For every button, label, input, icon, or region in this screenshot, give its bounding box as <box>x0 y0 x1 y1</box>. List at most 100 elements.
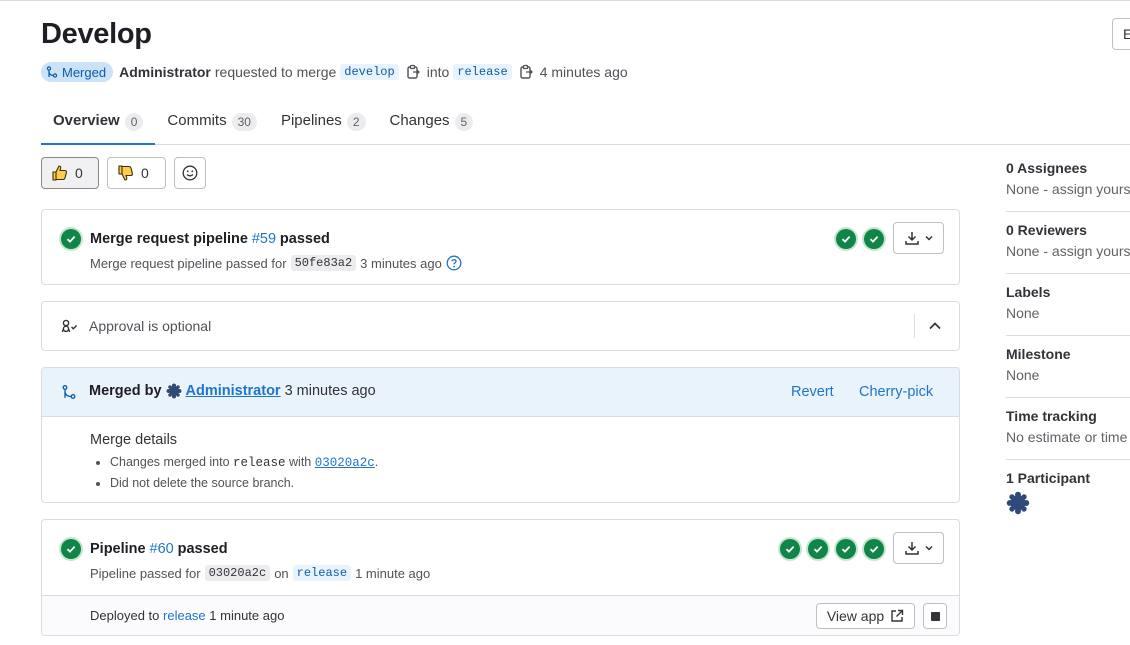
thumbs-down-count: 0 <box>141 165 149 181</box>
status-badge-label: Merged <box>62 64 107 80</box>
view-app-label: View app <box>826 608 885 624</box>
tab-overview[interactable]: Overview 0 <box>41 108 156 145</box>
deployment-text: Deployed to release 1 minute ago <box>90 608 284 623</box>
stage-success-icon[interactable] <box>836 229 856 249</box>
pipeline-stages <box>780 539 884 559</box>
detail-text: Changes merged into <box>110 455 230 469</box>
merged-header: Merged by Administrator 3 minutes ago Re… <box>42 368 959 417</box>
merge-detail-item: Changes merged into release with 03020a2… <box>110 452 378 473</box>
avatar[interactable] <box>165 383 182 399</box>
reviewers-title: 0 Reviewers <box>1006 222 1087 238</box>
download-artifacts-dropdown[interactable] <box>893 532 944 564</box>
approval-card: Approval is optional <box>41 301 960 351</box>
merged-by-user-link[interactable]: Administrator <box>186 383 281 399</box>
tab-label: Changes <box>389 112 450 129</box>
edit-button[interactable]: E <box>1112 18 1130 50</box>
pipeline-title: Merge request pipeline #59 passed <box>90 230 330 247</box>
reviewers-value[interactable]: None - assign yourself <box>1006 243 1130 259</box>
deployment-row: Deployed to release 1 minute ago View ap… <box>42 595 959 635</box>
merge-commit-link[interactable]: 03020a2c <box>315 456 375 470</box>
status-success-icon[interactable] <box>61 539 81 559</box>
pipeline-card: Pipeline #60 passed Pipeline passed for … <box>41 519 960 636</box>
tab-count: 5 <box>454 113 474 131</box>
tab-label: Overview <box>53 112 120 129</box>
branch-ref[interactable]: release <box>292 565 352 581</box>
source-branch[interactable]: develop <box>340 64 399 80</box>
author-name[interactable]: Administrator <box>119 64 211 80</box>
cherry-pick-button[interactable]: Cherry-pick <box>859 384 933 400</box>
stop-environment-button[interactable] <box>923 603 947 629</box>
commit-sha[interactable]: 50fe83a2 <box>290 255 357 271</box>
labels-title: Labels <box>1006 284 1051 300</box>
thumbs-down-icon <box>118 165 134 181</box>
time-tracking-value: No estimate or time spent <box>1006 429 1130 445</box>
copy-icon[interactable] <box>518 64 534 80</box>
tab-pipelines[interactable]: Pipelines 2 <box>269 108 378 145</box>
deployed-prefix: Deployed to <box>90 608 160 623</box>
pipeline-time: 1 minute ago <box>355 565 431 581</box>
pipeline-title-prefix: Pipeline <box>90 541 146 557</box>
pipeline-status-text: passed <box>177 541 228 557</box>
view-app-button[interactable]: View app <box>816 603 915 629</box>
pipeline-link[interactable]: #59 <box>252 231 276 247</box>
merge-detail-item: Did not delete the source branch. <box>110 473 378 493</box>
revert-button[interactable]: Revert <box>791 384 834 400</box>
assignees-value[interactable]: None - assign yourself <box>1006 181 1130 197</box>
right-sidebar: 0 Assignees None - assign yourself 0 Rev… <box>1006 150 1130 532</box>
on-text: on <box>274 565 289 581</box>
thumbs-up-count: 0 <box>75 165 83 181</box>
thumbs-down-button[interactable]: 0 <box>107 157 166 189</box>
add-reaction-button[interactable] <box>174 157 206 189</box>
target-branch[interactable]: release <box>453 64 512 80</box>
status-success-icon[interactable] <box>61 229 81 249</box>
edit-button-label: E <box>1123 26 1130 42</box>
stage-success-icon[interactable] <box>808 539 828 559</box>
page-title: Develop <box>41 18 152 50</box>
pipeline-sub-prefix: Pipeline passed for <box>90 565 201 581</box>
tab-count: 2 <box>346 113 366 131</box>
pipeline-time: 3 minutes ago <box>360 255 442 271</box>
external-link-icon <box>891 609 904 622</box>
tab-commits[interactable]: Commits 30 <box>155 108 269 145</box>
merge-icon <box>62 385 76 399</box>
approval-text: Approval is optional <box>89 318 212 334</box>
time-tracking-title: Time tracking <box>1006 408 1097 424</box>
stage-success-icon[interactable] <box>836 539 856 559</box>
help-icon[interactable] <box>446 255 462 271</box>
copy-icon[interactable] <box>405 64 421 80</box>
pipeline-link[interactable]: #60 <box>150 541 174 557</box>
status-badge: Merged <box>41 62 114 82</box>
environment-link[interactable]: release <box>163 608 206 623</box>
avatar[interactable] <box>1006 491 1030 515</box>
approval-icon <box>61 319 78 333</box>
merge-request-tabs: Overview 0 Commits 30 Pipelines 2 Changes 5 <box>41 108 1130 145</box>
pipeline-sub-prefix: Merge request pipeline passed for <box>90 255 287 271</box>
stage-success-icon[interactable] <box>780 539 800 559</box>
detail-text: with <box>289 455 312 469</box>
merged-by-label: Merged by <box>89 383 162 399</box>
sidebar-assignees: 0 Assignees None - assign yourself <box>1006 150 1130 212</box>
tab-label: Commits <box>167 112 227 129</box>
download-icon <box>904 232 919 245</box>
commit-sha[interactable]: 03020a2c <box>204 565 271 581</box>
participants-title: 1 Participant <box>1006 470 1091 486</box>
stop-icon <box>930 611 940 621</box>
thumbs-up-button[interactable]: 0 <box>41 157 99 189</box>
pipeline-title: Pipeline #60 passed <box>90 540 228 557</box>
pipeline-stages <box>836 229 884 249</box>
pipeline-subtitle: Merge request pipeline passed for 50fe83… <box>90 255 462 271</box>
assignees-title: 0 Assignees <box>1006 160 1088 176</box>
pipeline-title-prefix: Merge request pipeline <box>90 231 248 247</box>
download-artifacts-dropdown[interactable] <box>893 222 944 254</box>
sidebar-labels: Labels None <box>1006 274 1130 336</box>
chevron-up-icon[interactable] <box>928 319 942 333</box>
stage-success-icon[interactable] <box>864 229 884 249</box>
stage-success-icon[interactable] <box>864 539 884 559</box>
target-branch-name: release <box>233 456 286 470</box>
sidebar-milestone: Milestone None <box>1006 336 1130 398</box>
deployed-time: 1 minute ago <box>209 608 285 623</box>
tab-changes[interactable]: Changes 5 <box>378 108 486 145</box>
merge-request-pipeline-card: Merge request pipeline #59 passed Merge … <box>41 209 960 285</box>
chevron-down-icon <box>924 545 933 551</box>
labels-value: None <box>1006 305 1040 321</box>
